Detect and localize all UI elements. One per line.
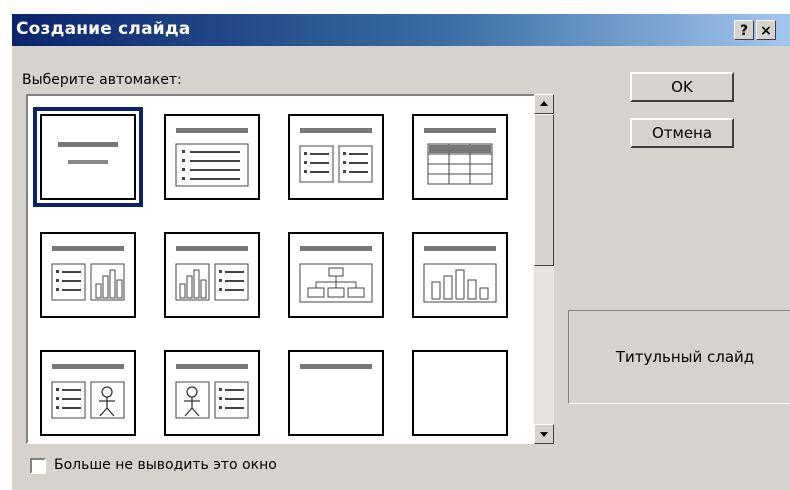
preview-caption: Титульный слайд [615, 348, 755, 366]
blank-icon [414, 352, 506, 434]
layout-blank[interactable] [412, 350, 508, 436]
text-and-clip-art-icon [51, 364, 125, 419]
arrow-up-icon [540, 101, 548, 106]
scroll-up-button[interactable] [534, 94, 554, 114]
organization-chart-icon [299, 246, 373, 303]
layout-scrollbar[interactable] [534, 94, 554, 444]
new-slide-dialog: Создание слайда ? × Выберите автомакет: [12, 14, 790, 490]
dont-show-label[interactable]: Больше не выводить это окно [54, 457, 277, 473]
layout-table[interactable] [412, 114, 508, 200]
layout-list[interactable] [26, 94, 536, 444]
scroll-down-button[interactable] [534, 424, 554, 444]
layout-preview: Титульный слайд [568, 310, 790, 404]
two-column-text-icon [299, 128, 373, 183]
dont-show-checkbox[interactable] [30, 458, 46, 474]
dialog-title: Создание слайда [16, 19, 191, 39]
table-icon [424, 128, 496, 185]
chart-icon [423, 246, 497, 303]
title-only-icon [300, 364, 372, 369]
chart-and-text-icon [175, 246, 249, 301]
bulleted-list-icon [175, 128, 249, 187]
cancel-button[interactable]: Отмена [630, 118, 734, 148]
text-and-chart-icon [51, 246, 125, 301]
title-bar: Создание слайда ? × [12, 14, 790, 46]
layout-two-column-text[interactable] [288, 114, 384, 200]
layout-clip-art-and-text[interactable] [164, 350, 260, 436]
layout-chart-and-text[interactable] [164, 232, 260, 318]
title-slide-icon [58, 142, 118, 164]
scroll-thumb[interactable] [534, 114, 554, 266]
layout-title-slide[interactable] [33, 107, 143, 207]
layout-organization-chart[interactable] [288, 232, 384, 318]
layout-text-and-chart[interactable] [40, 232, 136, 318]
arrow-down-icon [540, 432, 548, 437]
layout-chart[interactable] [412, 232, 508, 318]
close-button[interactable]: × [756, 20, 776, 40]
layout-bulleted-list[interactable] [164, 114, 260, 200]
layout-text-and-clip-art[interactable] [40, 350, 136, 436]
help-button[interactable]: ? [734, 20, 754, 40]
clip-art-and-text-icon [175, 364, 249, 419]
layout-title-only[interactable] [288, 350, 384, 436]
ok-button[interactable]: OK [630, 72, 734, 102]
choose-layout-label: Выберите автомакет: [22, 72, 182, 88]
